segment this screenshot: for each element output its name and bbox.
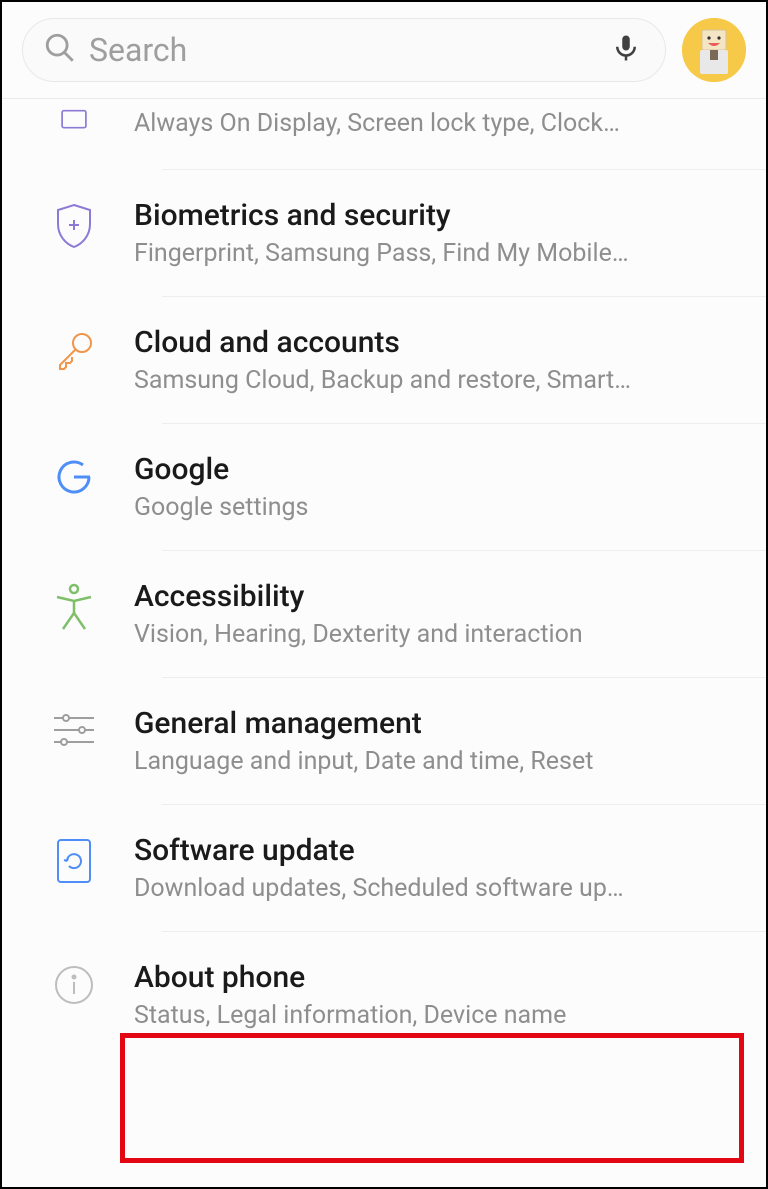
item-title: Biometrics and security [134,198,746,233]
update-icon [55,837,93,889]
item-title: Cloud and accounts [134,325,746,360]
item-sub: Always On Display, Screen lock type, Clo… [134,109,694,138]
item-sub: Samsung Cloud, Backup and restore, Smart… [134,366,694,395]
item-title: Software update [134,833,746,868]
key-icon [52,329,96,377]
item-sub: Language and input, Date and time, Reset [134,747,694,776]
search-icon [43,31,77,69]
item-title: General management [134,706,746,741]
item-sub: Google settings [134,493,694,522]
lockscreen-icon [54,109,94,147]
item-title: Google [134,452,746,487]
settings-item-biometrics[interactable]: Biometrics and security Fingerprint, Sam… [2,170,766,296]
search-placeholder: Search [89,31,611,69]
item-sub: Fingerprint, Samsung Pass, Find My Mobil… [134,239,694,268]
settings-item-software-update[interactable]: Software update Download updates, Schedu… [2,805,766,931]
settings-item-google[interactable]: Google Google settings [2,424,766,550]
google-icon [53,456,95,502]
settings-item-lockscreen[interactable]: Always On Display, Screen lock type, Clo… [2,99,766,169]
item-sub: Status, Legal information, Device name [134,1001,694,1030]
settings-item-about-phone[interactable]: About phone Status, Legal information, D… [2,932,766,1058]
settings-item-cloud[interactable]: Cloud and accounts Samsung Cloud, Backup… [2,297,766,423]
shield-icon [53,202,95,254]
item-title: Accessibility [134,579,746,614]
item-title: About phone [134,960,746,995]
profile-avatar[interactable] [682,18,746,82]
settings-item-accessibility[interactable]: Accessibility Vision, Hearing, Dexterity… [2,551,766,677]
settings-list: Always On Display, Screen lock type, Clo… [2,98,766,1058]
item-sub: Download updates, Scheduled software up… [134,874,694,903]
settings-item-general[interactable]: General management Language and input, D… [2,678,766,804]
accessibility-icon [53,583,95,635]
item-sub: Vision, Hearing, Dexterity and interacti… [134,620,694,649]
search-box[interactable]: Search [22,18,666,82]
mic-icon[interactable] [611,29,641,71]
sliders-icon [52,710,96,754]
info-icon [53,964,95,1010]
top-bar: Search [2,2,766,98]
